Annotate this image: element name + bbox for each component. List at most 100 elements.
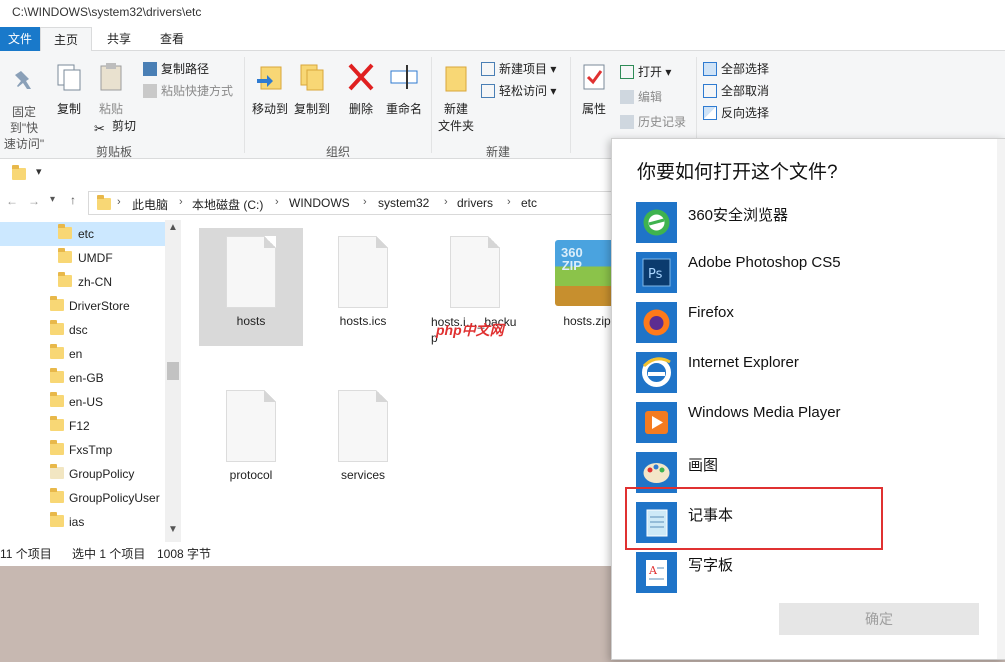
file-item[interactable]: services bbox=[311, 382, 415, 500]
nav-item-label: en-US bbox=[69, 395, 104, 409]
dialog-scrollbar[interactable] bbox=[997, 139, 1005, 659]
app-tile bbox=[636, 352, 677, 393]
rename-button[interactable]: 重命名 bbox=[384, 61, 424, 117]
paste-shortcut-button[interactable]: 粘贴快捷方式 bbox=[143, 82, 233, 99]
delete-label: 删除 bbox=[348, 102, 373, 116]
nav-item-label: GroupPolicyUser bbox=[69, 491, 160, 505]
nav-item[interactable]: en-US bbox=[0, 390, 165, 414]
nav-item[interactable]: en-GB bbox=[0, 366, 165, 390]
scroll-up-icon[interactable]: ▲ bbox=[168, 222, 178, 233]
breadcrumb-item[interactable]: etc bbox=[521, 196, 537, 210]
back-arrow-icon[interactable]: ← bbox=[6, 194, 18, 208]
breadcrumb-separator[interactable]: › bbox=[117, 196, 121, 208]
media-player-icon bbox=[645, 411, 668, 434]
folder-icon bbox=[50, 464, 64, 479]
tab-view[interactable]: 查看 bbox=[146, 27, 198, 51]
select-all-button[interactable]: 全部选择 bbox=[703, 60, 769, 77]
breadcrumb-separator[interactable]: › bbox=[507, 196, 511, 208]
nav-item[interactable]: dsc bbox=[0, 318, 165, 342]
breadcrumb-item[interactable]: 本地磁盘 (C:) bbox=[192, 196, 263, 213]
toolbar-dropdown-icon[interactable]: ▾ bbox=[36, 165, 42, 178]
scroll-down-icon[interactable]: ▼ bbox=[168, 524, 178, 535]
file-name: services bbox=[340, 468, 385, 482]
breadcrumb-separator[interactable]: › bbox=[179, 196, 183, 208]
easy-access-button[interactable]: 轻松访问 ▾ bbox=[481, 82, 556, 99]
recent-dropdown-icon[interactable]: ▾ bbox=[50, 194, 55, 205]
select-none-button[interactable]: 全部取消 bbox=[703, 82, 769, 99]
document-icon bbox=[338, 390, 388, 462]
nav-item-label: F12 bbox=[69, 419, 90, 433]
file-item[interactable]: protocol bbox=[199, 382, 303, 500]
select-none-icon bbox=[703, 84, 717, 98]
breadcrumb-separator[interactable]: › bbox=[363, 196, 367, 208]
copy-to-button[interactable]: 复制到 bbox=[292, 61, 332, 117]
nav-scrollbar[interactable]: ▲ ▼ bbox=[165, 220, 181, 542]
tab-home[interactable]: 主页 bbox=[40, 27, 92, 52]
app-option-ie[interactable]: Internet Explorer bbox=[636, 352, 976, 394]
paste-button[interactable]: 粘贴 bbox=[94, 61, 128, 117]
select-all-icon bbox=[703, 62, 717, 76]
breadcrumb-item[interactable]: system32 bbox=[378, 196, 429, 210]
document-icon bbox=[226, 390, 276, 462]
nav-item[interactable]: GroupPolicy bbox=[0, 462, 165, 486]
pin-quick-access-button[interactable]: 固定到"快 速访问" bbox=[0, 65, 48, 152]
nav-item[interactable]: en bbox=[0, 342, 165, 366]
edit-icon bbox=[620, 90, 634, 104]
properties-button[interactable]: 属性 bbox=[577, 61, 611, 117]
new-item-button[interactable]: 新建项目 ▾ bbox=[481, 60, 556, 77]
delete-button[interactable]: 删除 bbox=[344, 61, 378, 117]
app-name: Adobe Photoshop CS5 bbox=[688, 254, 841, 271]
paste-icon bbox=[100, 63, 122, 91]
edit-button[interactable]: 编辑 bbox=[620, 88, 662, 105]
app-tile: Ps bbox=[636, 252, 677, 293]
folder-icon bbox=[50, 440, 64, 455]
nav-item[interactable]: DriverStore bbox=[0, 294, 165, 318]
file-item[interactable]: hosts.ics bbox=[311, 228, 415, 346]
nav-item[interactable]: zh-CN bbox=[0, 270, 165, 294]
up-arrow-icon[interactable]: ↑ bbox=[70, 193, 76, 207]
new-folder-button[interactable]: 新建 文件夹 bbox=[436, 61, 476, 134]
app-name: Firefox bbox=[688, 304, 734, 321]
breadcrumb-separator[interactable]: › bbox=[275, 196, 279, 208]
ok-button[interactable]: 确定 bbox=[779, 603, 979, 635]
scroll-thumb[interactable] bbox=[167, 362, 179, 380]
forward-arrow-icon[interactable]: → bbox=[28, 194, 40, 208]
rename-icon bbox=[390, 65, 418, 89]
nav-item[interactable]: etc bbox=[0, 222, 165, 246]
copy-button[interactable]: 复制 bbox=[52, 61, 86, 117]
document-icon bbox=[338, 236, 388, 308]
app-option-360[interactable]: 360安全浏览器 bbox=[636, 202, 976, 244]
cut-button[interactable]: ✂ 剪切 bbox=[94, 117, 136, 136]
app-tile: A bbox=[636, 552, 677, 593]
nav-item[interactable]: FxsTmp bbox=[0, 438, 165, 462]
breadcrumb-item[interactable]: drivers bbox=[457, 196, 493, 210]
app-option-firefox[interactable]: Firefox bbox=[636, 302, 976, 344]
nav-item[interactable]: F12 bbox=[0, 414, 165, 438]
paste-shortcut-icon bbox=[143, 84, 157, 98]
move-to-label: 移动到 bbox=[251, 102, 288, 116]
breadcrumb[interactable]: › 此电脑 › 本地磁盘 (C:) › WINDOWS › system32 ›… bbox=[88, 191, 628, 215]
photoshop-icon: Ps bbox=[642, 258, 671, 287]
app-name: 360安全浏览器 bbox=[688, 207, 789, 224]
nav-item[interactable]: GroupPolicyUser bbox=[0, 486, 165, 510]
nav-item[interactable]: ias bbox=[0, 510, 165, 534]
history-button[interactable]: 历史记录 bbox=[620, 113, 686, 130]
copy-path-button[interactable]: 复制路径 bbox=[143, 60, 209, 77]
breadcrumb-item[interactable]: 此电脑 bbox=[132, 196, 168, 213]
breadcrumb-item[interactable]: WINDOWS bbox=[289, 196, 350, 210]
open-button[interactable]: 打开 ▾ bbox=[620, 63, 671, 80]
tab-share[interactable]: 共享 bbox=[94, 27, 144, 51]
move-to-button[interactable]: 移动到 bbox=[250, 61, 290, 117]
app-option-photoshop[interactable]: Ps Adobe Photoshop CS5 bbox=[636, 252, 976, 294]
invert-selection-button[interactable]: 反向选择 bbox=[703, 104, 769, 121]
tab-file[interactable]: 文件 bbox=[0, 27, 40, 51]
app-option-wordpad[interactable]: A 写字板 bbox=[636, 552, 976, 594]
app-name: 画图 bbox=[688, 457, 719, 474]
file-item[interactable]: hosts bbox=[199, 228, 303, 346]
app-tile bbox=[636, 402, 677, 443]
breadcrumb-separator[interactable]: › bbox=[444, 196, 448, 208]
nav-item[interactable]: UMDF bbox=[0, 246, 165, 270]
app-option-wmp[interactable]: Windows Media Player bbox=[636, 402, 976, 444]
wordpad-icon: A bbox=[646, 560, 667, 586]
scissors-icon: ✂ bbox=[94, 121, 105, 136]
